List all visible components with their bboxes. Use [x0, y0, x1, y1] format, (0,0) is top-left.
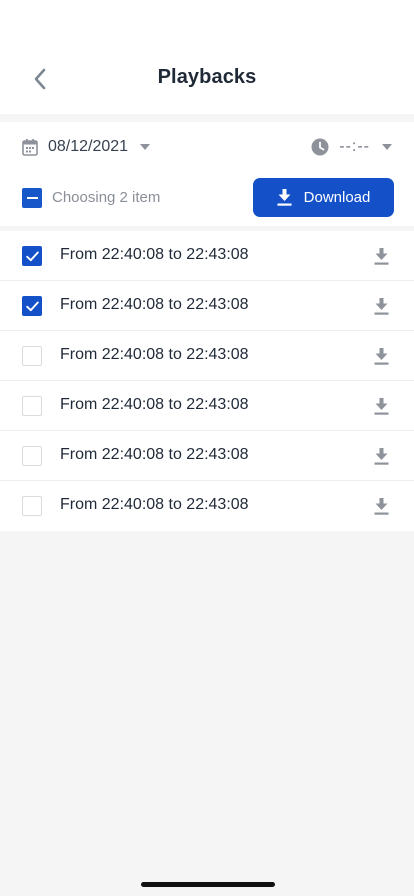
date-picker[interactable]: 08/12/2021 [22, 136, 151, 158]
download-icon [374, 497, 388, 515]
list-item[interactable]: From 22:40:08 to 22:43:08 [0, 481, 414, 531]
clock-icon [311, 138, 329, 156]
download-button[interactable]: Download [253, 178, 394, 217]
page-title: Playbacks [157, 66, 257, 88]
checkmark-icon [25, 251, 39, 261]
playback-time-range: From 22:40:08 to 22:43:08 [60, 296, 249, 313]
checkmark-icon [25, 301, 39, 311]
row-checkbox[interactable] [22, 246, 42, 266]
list-item[interactable]: From 22:40:08 to 22:43:08 [0, 431, 414, 481]
list-item[interactable]: From 22:40:08 to 22:43:08 [0, 381, 414, 431]
download-label: Download [303, 189, 371, 206]
calendar-icon [22, 139, 38, 156]
list-item[interactable]: From 22:40:08 to 22:43:08 [0, 281, 414, 331]
home-indicator [141, 882, 275, 887]
row-checkbox[interactable] [22, 446, 42, 466]
playback-time-range: From 22:40:08 to 22:43:08 [60, 346, 249, 363]
selection-summary: Choosing 2 item [52, 189, 161, 206]
download-icon [374, 447, 388, 465]
row-download-button[interactable] [372, 296, 390, 316]
date-value: 08/12/2021 [48, 138, 129, 155]
playback-time-range: From 22:40:08 to 22:43:08 [60, 396, 249, 413]
download-icon [374, 397, 388, 415]
download-icon [277, 189, 292, 206]
caret-down-icon [140, 144, 151, 150]
row-checkbox[interactable] [22, 396, 42, 416]
time-value: --:-- [339, 138, 370, 155]
caret-down-icon [382, 144, 392, 150]
row-download-button[interactable] [372, 246, 390, 266]
playbacks-screen: Playbacks 08/12/2021 --:-- Choosing 2 it… [0, 0, 414, 896]
download-icon [374, 297, 388, 315]
indeterminate-icon [26, 197, 38, 199]
download-icon [374, 247, 388, 265]
row-download-button[interactable] [372, 446, 390, 466]
row-download-button[interactable] [372, 496, 390, 516]
row-checkbox[interactable] [22, 296, 42, 316]
row-checkbox[interactable] [22, 346, 42, 366]
row-download-button[interactable] [372, 346, 390, 366]
playback-time-range: From 22:40:08 to 22:43:08 [60, 446, 249, 463]
playback-list: From 22:40:08 to 22:43:08 From 22:40:08 t… [0, 231, 414, 531]
download-icon [374, 347, 388, 365]
list-item[interactable]: From 22:40:08 to 22:43:08 [0, 231, 414, 281]
time-picker[interactable]: --:-- [311, 136, 392, 158]
playback-time-range: From 22:40:08 to 22:43:08 [60, 246, 249, 263]
list-item[interactable]: From 22:40:08 to 22:43:08 [0, 331, 414, 381]
playback-time-range: From 22:40:08 to 22:43:08 [60, 496, 249, 513]
header: Playbacks [0, 0, 414, 114]
select-all-checkbox[interactable] [22, 188, 42, 208]
row-download-button[interactable] [372, 396, 390, 416]
filter-panel: 08/12/2021 --:-- Choosing 2 item Downloa… [0, 122, 414, 226]
row-checkbox[interactable] [22, 496, 42, 516]
